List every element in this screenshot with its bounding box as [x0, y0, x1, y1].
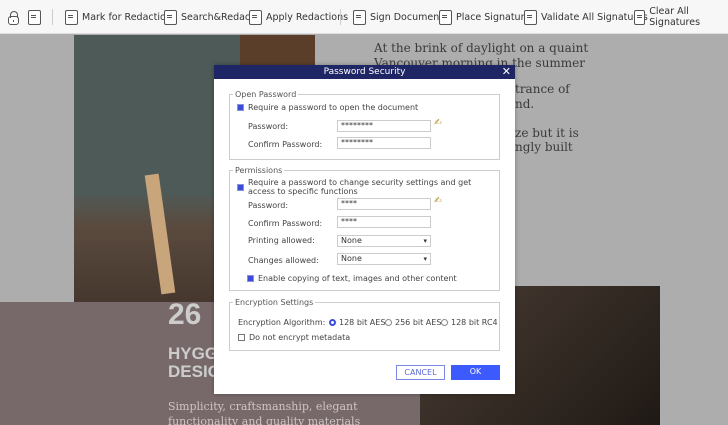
- search-redact-icon: [164, 9, 177, 25]
- radio-selected-icon: [329, 319, 336, 326]
- enable-copying-checkbox[interactable]: Enable copying of text, images and other…: [247, 274, 457, 283]
- radio-128-rc4[interactable]: 128 bit RC4: [441, 318, 498, 327]
- label: Do not encrypt metadata: [249, 333, 351, 342]
- label: 128 bit RC4: [451, 318, 498, 327]
- checkbox-checked-icon: [237, 104, 244, 111]
- validate-all-signatures-button[interactable]: Validate All Signatures: [524, 9, 648, 25]
- cancel-button[interactable]: CANCEL: [396, 365, 445, 380]
- label: Require a password to change security se…: [248, 178, 471, 196]
- sign-document-button[interactable]: Sign Document: [353, 9, 443, 25]
- body-text-line: nd.: [515, 97, 535, 111]
- validate-signatures-icon: [524, 9, 537, 25]
- permissions-confirm-password-input[interactable]: ****: [337, 216, 431, 228]
- permissions-password-input[interactable]: ****: [337, 198, 431, 210]
- label: Sign Document: [370, 11, 443, 23]
- dialog-title-bar: Password Security ✕: [214, 65, 515, 79]
- place-signature-icon: [439, 9, 452, 25]
- lock-button[interactable]: [8, 9, 23, 25]
- do-not-encrypt-metadata-checkbox[interactable]: Do not encrypt metadata: [238, 333, 350, 342]
- radio-icon: [385, 319, 392, 326]
- section-legend: Permissions: [235, 166, 283, 175]
- section-legend: Open Password: [235, 90, 297, 99]
- password-label: Password:: [248, 122, 289, 131]
- checkbox-unchecked-icon: [238, 334, 245, 341]
- checkbox-checked-icon: [247, 275, 254, 282]
- edit-icon[interactable]: ✍: [434, 118, 442, 128]
- apply-redactions-icon: [249, 9, 262, 25]
- password-security-dialog: Password Security ✕ Open Password Require…: [214, 65, 515, 394]
- label: 128 bit AES: [339, 318, 386, 327]
- search-redact-button[interactable]: Search&Redact: [164, 9, 254, 25]
- open-password-input[interactable]: ********: [337, 120, 431, 132]
- document-lock-button[interactable]: [28, 9, 45, 25]
- radio-128-aes[interactable]: 128 bit AES: [329, 318, 385, 327]
- radio-icon: [441, 319, 448, 326]
- printing-allowed-label: Printing allowed:: [248, 236, 315, 245]
- mark-redaction-icon: [65, 9, 78, 25]
- printing-allowed-select[interactable]: None: [337, 235, 431, 247]
- label: Enable copying of text, images and other…: [258, 274, 457, 283]
- body-text-line: ngly built: [515, 140, 573, 154]
- label-line: access to specific functions: [248, 187, 358, 196]
- heading: DESIG: [168, 362, 221, 381]
- subtitle: Simplicity, craftsmanship, elegant: [168, 400, 358, 413]
- clear-all-signatures-button[interactable]: Clear All Signatures: [634, 6, 728, 28]
- clear-signatures-icon: [634, 9, 646, 25]
- confirm-password-label: Confirm Password:: [248, 219, 323, 228]
- place-signature-button[interactable]: Place Signature: [439, 9, 530, 25]
- changes-allowed-select[interactable]: None: [337, 253, 431, 265]
- sign-document-icon: [353, 9, 366, 25]
- heading: HYGG: [168, 344, 219, 363]
- section-legend: Encryption Settings: [235, 298, 314, 307]
- require-open-password-checkbox[interactable]: Require a password to open the document: [237, 103, 418, 112]
- toolbar: Mark for Redaction Search&Redact Apply R…: [0, 0, 728, 34]
- body-text-line: At the brink of daylight on a quaint: [374, 41, 589, 55]
- label: Place Signature: [456, 11, 531, 23]
- edit-icon[interactable]: ✍: [434, 196, 442, 206]
- label: 256 bit AES: [395, 318, 442, 327]
- label: Apply Redactions: [266, 11, 349, 23]
- label: Clear All Signatures: [649, 6, 701, 28]
- label: Search&Redact: [181, 11, 254, 23]
- page-number: 26: [168, 298, 202, 331]
- divider: [52, 9, 53, 25]
- close-icon[interactable]: ✕: [502, 65, 511, 79]
- password-label: Password:: [248, 201, 289, 210]
- divider: [340, 9, 341, 25]
- apply-redactions-button[interactable]: Apply Redactions: [249, 9, 348, 25]
- mark-for-redaction-button[interactable]: Mark for Redaction: [65, 9, 172, 25]
- body-text-line: ze but it is: [515, 126, 579, 140]
- dialog-title: Password Security: [323, 67, 406, 77]
- confirm-password-label: Confirm Password:: [248, 140, 323, 149]
- label: Validate All Signatures: [541, 11, 648, 23]
- encryption-algorithm-label: Encryption Algorithm:: [238, 318, 326, 327]
- lock-icon: [8, 10, 19, 25]
- require-permissions-password-checkbox[interactable]: Require a password to change security se…: [237, 178, 471, 196]
- subtitle: functionality and quality materials: [168, 415, 361, 425]
- radio-256-aes[interactable]: 256 bit AES: [385, 318, 441, 327]
- label: Require a password to open the document: [248, 103, 419, 112]
- checkbox-checked-icon: [237, 183, 244, 191]
- label: Mark for Redaction: [82, 11, 172, 23]
- ok-button[interactable]: OK: [451, 365, 500, 380]
- changes-allowed-label: Changes allowed:: [248, 256, 319, 265]
- open-confirm-password-input[interactable]: ********: [337, 137, 431, 149]
- document-lock-icon: [28, 9, 41, 25]
- label-line: Require a password to change security se…: [248, 178, 472, 187]
- body-text-line: trance of: [515, 82, 570, 96]
